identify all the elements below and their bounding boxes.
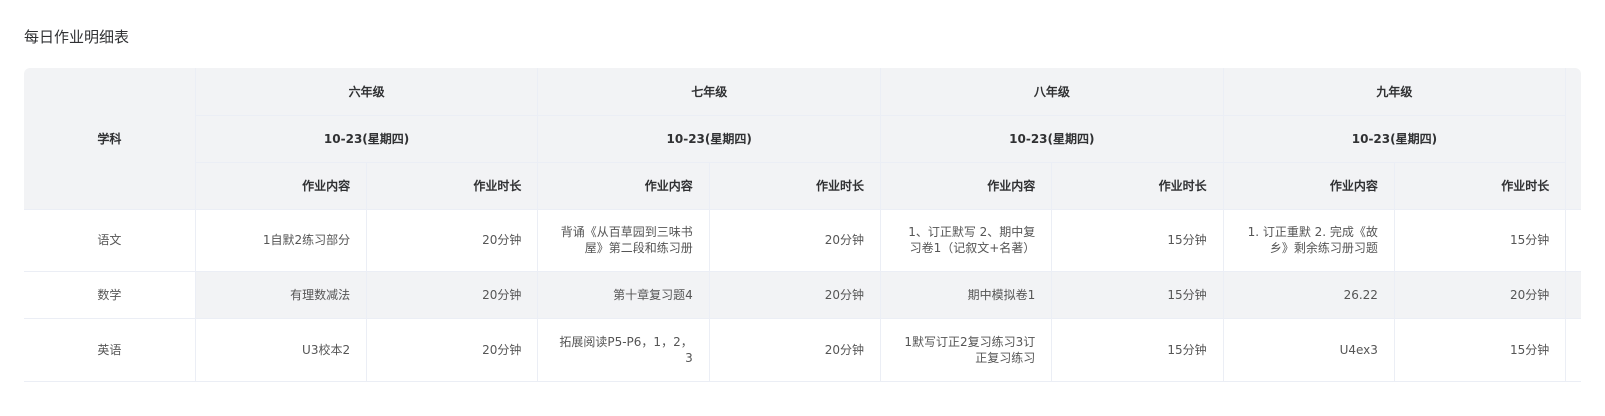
content-cell: 有理数减法 xyxy=(195,271,368,319)
content-cell: 第十章复习题4 xyxy=(537,271,710,319)
content-cell: 背诵《从百草园到三味书屋》第二段和练习册 xyxy=(537,209,710,272)
content-text: 第十章复习题4 xyxy=(613,287,693,302)
content-cell: 1. 订正重默 2. 完成《故乡》剩余练习册习题 xyxy=(1223,209,1395,272)
duration-cell: 15分钟 xyxy=(1051,318,1224,382)
duration-cell: 20分钟 xyxy=(366,209,539,272)
content-text: 期中模拟卷1 xyxy=(967,287,1036,302)
content-text: 26.22 xyxy=(1343,287,1378,302)
content-text: U4ex3 xyxy=(1339,342,1378,357)
content-text: 拓展阅读P5-P6，1，2，3 xyxy=(559,334,693,365)
content-text: 背诵《从百草园到三味书屋》第二段和练习册 xyxy=(560,225,693,255)
row-gutter xyxy=(1565,271,1581,319)
duration-header: 作业时长 xyxy=(366,162,539,210)
content-text: 1. 订正重默 2. 完成《故乡》剩余练习册习题 xyxy=(1247,225,1378,255)
grade-header: 六年级 xyxy=(195,68,539,116)
duration-header: 作业时长 xyxy=(1394,162,1567,210)
content-text: U3校本2 xyxy=(302,342,351,357)
duration-cell: 20分钟 xyxy=(366,271,539,319)
row-gutter xyxy=(1565,209,1581,272)
duration-cell: 20分钟 xyxy=(709,209,882,272)
content-cell: 1、订正默写 2、期中复习卷1（记叙文+名著） xyxy=(880,209,1053,272)
duration-cell: 15分钟 xyxy=(1051,209,1224,272)
duration-cell: 20分钟 xyxy=(709,318,882,382)
content-header: 作业内容 xyxy=(537,162,710,210)
content-text: 1自默2练习部分 xyxy=(262,233,351,247)
content-header: 作业内容 xyxy=(195,162,368,210)
content-cell: 期中模拟卷1 xyxy=(880,271,1053,319)
duration-cell: 15分钟 xyxy=(1051,271,1224,319)
content-text: 有理数减法 xyxy=(290,287,351,302)
grade-header: 九年级 xyxy=(1223,68,1567,116)
duration-cell: 15分钟 xyxy=(1394,318,1567,382)
content-cell: U3校本2 xyxy=(195,318,368,382)
content-cell: 1自默2练习部分 xyxy=(195,209,368,272)
table-row: 语文 1自默2练习部分 20分钟 背诵《从百草园到三味书屋》第二段和练习册 20… xyxy=(24,209,1581,272)
date-header: 10-23(星期四) xyxy=(195,115,539,163)
content-cell: 26.22 xyxy=(1223,271,1395,319)
duration-header: 作业时长 xyxy=(1051,162,1224,210)
grade-header: 八年级 xyxy=(880,68,1224,116)
content-cell: 拓展阅读P5-P6，1，2，3 xyxy=(537,318,710,382)
content-header: 作业内容 xyxy=(1223,162,1395,210)
header-gutter xyxy=(1565,68,1581,210)
duration-cell: 20分钟 xyxy=(366,318,539,382)
date-header: 10-23(星期四) xyxy=(1223,115,1567,163)
homework-table: 学科 六年级 七年级 八年级 九年级 10-23(星期四) 10-23(星期四)… xyxy=(24,68,1581,382)
page-title: 每日作业明细表 xyxy=(24,28,130,46)
duration-header: 作业时长 xyxy=(709,162,882,210)
content-header: 作业内容 xyxy=(880,162,1053,210)
table-row: 数学 有理数减法 20分钟 第十章复习题4 20分钟 期中模拟卷1 15分钟 2… xyxy=(24,271,1581,319)
row-gutter xyxy=(1565,318,1581,382)
subject-cell: 数学 xyxy=(24,271,196,319)
content-text: 1、订正默写 2、期中复习卷1（记叙文+名著） xyxy=(908,225,1036,255)
table-row: 英语 U3校本2 20分钟 拓展阅读P5-P6，1，2，3 20分钟 1默写订正… xyxy=(24,318,1581,382)
date-header: 10-23(星期四) xyxy=(537,115,882,163)
duration-cell: 20分钟 xyxy=(1394,271,1567,319)
duration-cell: 20分钟 xyxy=(709,271,882,319)
content-cell: U4ex3 xyxy=(1223,318,1395,382)
content-cell: 1默写订正2复习练习3订正复习练习 xyxy=(880,318,1053,382)
duration-cell: 15分钟 xyxy=(1394,209,1567,272)
subject-header: 学科 xyxy=(24,68,196,210)
grade-header: 七年级 xyxy=(537,68,882,116)
subject-cell: 语文 xyxy=(24,209,196,272)
subject-cell: 英语 xyxy=(24,318,196,382)
homework-table-container: 学科 六年级 七年级 八年级 九年级 10-23(星期四) 10-23(星期四)… xyxy=(24,68,1581,391)
date-header: 10-23(星期四) xyxy=(880,115,1224,163)
content-text: 1默写订正2复习练习3订正复习练习 xyxy=(904,334,1036,365)
